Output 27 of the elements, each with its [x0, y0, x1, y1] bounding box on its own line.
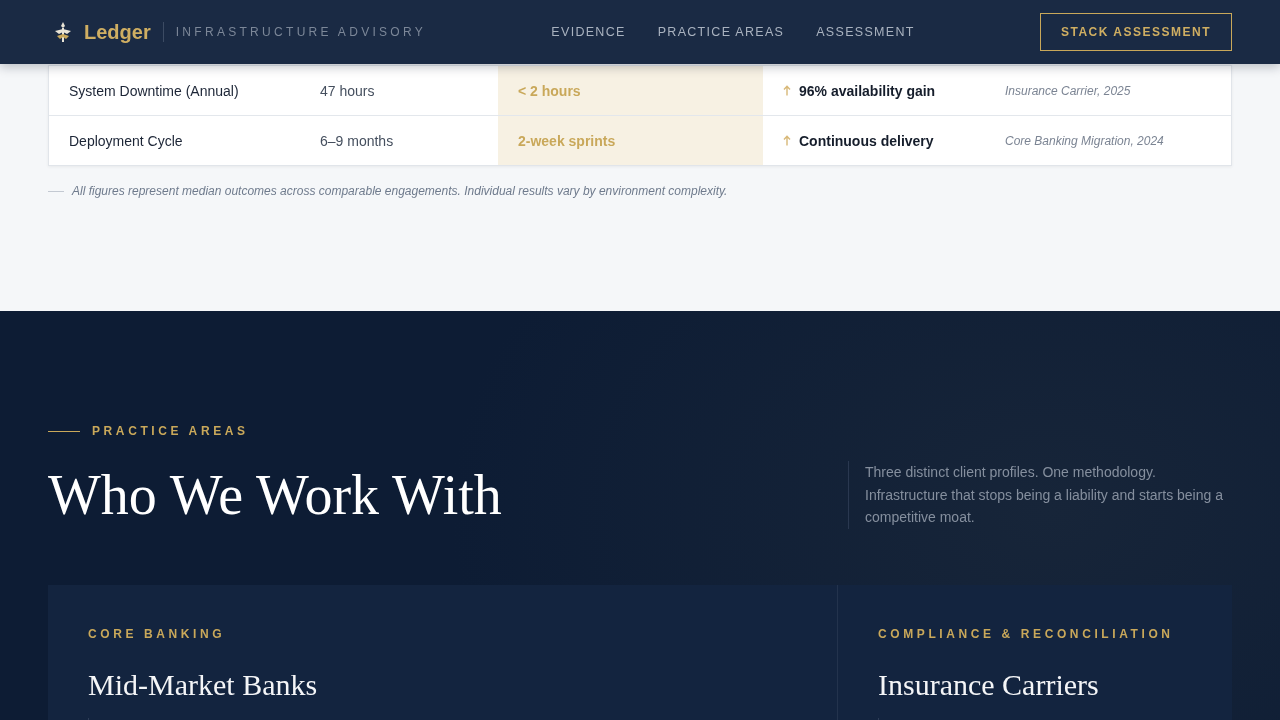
table-cell: < 2 hours	[498, 66, 763, 115]
stack-assessment-button[interactable]: STACK ASSESSMENT	[1039, 13, 1232, 51]
table-cell-text: 6–9 months	[319, 131, 395, 151]
card-title: Insurance Carriers	[878, 667, 1099, 704]
brand-name[interactable]: Ledger	[84, 21, 151, 43]
nav-link[interactable]: EVIDENCE	[551, 25, 626, 39]
nav-link[interactable]: ASSESSMENT	[816, 25, 915, 39]
card-eyebrow: CORE BANKING	[88, 627, 226, 642]
nav-link[interactable]: PRACTICE AREAS	[657, 25, 785, 39]
section-eyebrow: PRACTICE AREAS	[92, 424, 249, 438]
section-heading: Who We Work With	[48, 463, 502, 529]
table-cell-text: System Downtime (Annual)	[68, 81, 240, 101]
brand-tagline: INFRASTRUCTURE ADVISORY	[175, 25, 427, 39]
arrow-up-icon	[783, 85, 791, 96]
table-cell: 2-week sprints	[498, 116, 763, 165]
logo-icon	[54, 21, 72, 43]
table-cell-text: 47 hours	[319, 81, 376, 101]
card-eyebrow: COMPLIANCE & RECONCILIATION	[878, 627, 1174, 642]
table-cell-text: Insurance Carrier, 2025	[1004, 82, 1132, 100]
footnote: All figures represent median outcomes across comparable engagements. Individual results vary by environment complexity.	[72, 184, 728, 198]
impact-label: Continuous delivery	[799, 132, 934, 149]
card-title: Mid-Market Banks	[88, 667, 318, 704]
impact-label: 96% availability gain	[799, 82, 936, 99]
table-cell-text: Deployment Cycle	[68, 131, 184, 151]
section-intro: Three distinct client profiles. One methodology. Infrastructure that stops being a liability and starts being a competitive moat.	[848, 461, 1232, 530]
table-cell-text: Core Banking Migration, 2024	[1004, 132, 1165, 150]
arrow-up-icon	[783, 135, 791, 146]
